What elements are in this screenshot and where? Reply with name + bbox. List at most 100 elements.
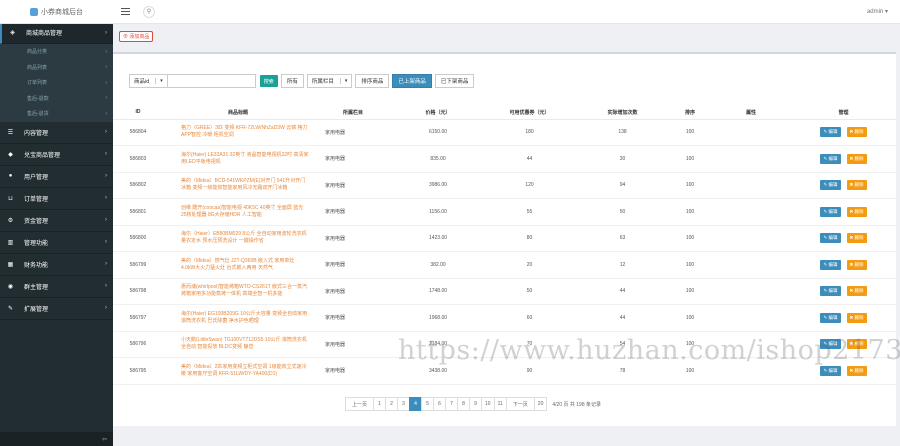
edit-button[interactable]: ✎ 编辑 bbox=[820, 153, 841, 164]
row-actions: ✎ 编辑 ✖ 删除 bbox=[791, 225, 896, 252]
chevron-right-icon: › bbox=[105, 283, 107, 289]
column-select[interactable]: 所属栏目 ▾ bbox=[306, 74, 353, 88]
delete-label: 删除 bbox=[854, 235, 864, 241]
page-button[interactable]: 10 bbox=[481, 397, 495, 411]
product-title-link[interactable]: 海尔（Haier）EB80BM029 8公斤 全自动家用波轮洗衣机 量衣定水 预… bbox=[163, 225, 313, 252]
product-id: 586800 bbox=[113, 225, 163, 252]
product-id: 586802 bbox=[113, 172, 163, 199]
field-select[interactable]: 商品id ▾ bbox=[129, 74, 168, 88]
sidebar-item[interactable]: ▦ 财务功能 › bbox=[0, 254, 113, 276]
delete-button[interactable]: ✖ 删除 bbox=[846, 312, 867, 323]
sidebar-item[interactable]: ◆ 兑宝商品管理 › bbox=[0, 144, 113, 166]
submenu-item[interactable]: 售后-退款 › bbox=[0, 91, 113, 107]
edit-button[interactable]: ✎ 编辑 bbox=[820, 127, 841, 138]
menu-toggle-icon[interactable] bbox=[121, 7, 130, 16]
next-page-button[interactable]: 下一页 bbox=[505, 397, 535, 411]
product-title-link[interactable]: 惠而浦(whirlpool)智能烤箱WTO-CS261T 嵌式三合一蒸汽烤箱家用… bbox=[163, 278, 313, 305]
edit-button[interactable]: ✎ 编辑 bbox=[820, 233, 841, 244]
table-row: 586799 美的（Midea）燃气灶 JZT-Q360B 嵌入式 家用单灶 4.… bbox=[113, 251, 896, 279]
product-price: 3438.00 bbox=[393, 357, 483, 385]
product-sort: 100 bbox=[669, 331, 711, 358]
sort-products-button[interactable]: 排序商品 bbox=[355, 74, 390, 88]
product-title-link[interactable]: 美的（Midea）BCD-541WKPZM(E)对开门 541升对开门冰箱 变频… bbox=[163, 172, 313, 199]
add-product-label: 添加商品 bbox=[129, 33, 150, 40]
submenu-item[interactable]: 商品分类 › bbox=[0, 44, 113, 60]
keyword-input[interactable] bbox=[167, 74, 256, 88]
sidebar-item[interactable]: ● 用户管理 › bbox=[0, 166, 113, 188]
delete-label: 删除 bbox=[854, 288, 864, 294]
bank-icon: ▦ bbox=[7, 261, 14, 268]
product-coupon: 70 bbox=[483, 331, 576, 358]
chevron-right-icon: › bbox=[105, 79, 107, 86]
sidebar-item[interactable]: ⚙ 资金管理 › bbox=[0, 210, 113, 232]
offsale-filter-button[interactable]: 已下架商品 bbox=[434, 74, 475, 88]
delete-button[interactable]: ✖ 删除 bbox=[846, 233, 867, 244]
product-coupon: 80 bbox=[483, 225, 576, 252]
edit-button[interactable]: ✎ 编辑 bbox=[820, 312, 841, 323]
edit-button[interactable]: ✎ 编辑 bbox=[820, 206, 841, 217]
product-coupon: 20 bbox=[483, 251, 576, 279]
column-header: ID bbox=[113, 106, 163, 120]
chevron-down-icon: ▾ bbox=[339, 78, 347, 84]
delete-label: 删除 bbox=[854, 208, 864, 214]
product-title-link[interactable]: 创维 酷开(coocaa)智能电视 40K5C 40英寸 全面屏 蓝光 25核处… bbox=[163, 198, 313, 226]
submenu-item[interactable]: 订单列表 › bbox=[0, 75, 113, 91]
edit-button[interactable]: ✎ 编辑 bbox=[820, 339, 841, 350]
delete-label: 删除 bbox=[854, 314, 864, 320]
chevron-right-icon: › bbox=[105, 95, 107, 102]
filter-bar: 商品id ▾ 搜索 所有 所属栏目 ▾ 排序商品 已上架商品 已下架商品 bbox=[129, 73, 475, 89]
product-title-link[interactable]: 海尔(Haier) LE32A31 32英寸 液晶智能电视机32吋 高清家用LE… bbox=[163, 145, 313, 173]
pagination: 上一页 1 2 3 4 5 6 7 8 9 10 11 下一页 20 4/20 页 共 198 条记录 bbox=[345, 397, 604, 411]
edit-button[interactable]: ✎ 编辑 bbox=[820, 259, 841, 270]
delete-button[interactable]: ✖ 删除 bbox=[846, 259, 867, 270]
product-sort: 100 bbox=[669, 119, 711, 146]
product-title-link[interactable]: 格力（GREE）3匹 变频 KFR-72LW/NhZaD3W 云锦 格力APP智… bbox=[163, 119, 313, 146]
gear-icon: ⚙ bbox=[7, 217, 14, 224]
product-count: 50 bbox=[576, 198, 669, 226]
last-page-button[interactable]: 20 bbox=[533, 397, 548, 411]
edit-label: 编辑 bbox=[828, 129, 838, 135]
search-button[interactable]: 搜索 bbox=[259, 75, 278, 87]
edit-button[interactable]: ✎ 编辑 bbox=[820, 286, 841, 297]
product-coupon: 44 bbox=[483, 145, 576, 173]
edit-button[interactable]: ✎ 编辑 bbox=[820, 365, 841, 376]
product-price: 3986.00 bbox=[393, 172, 483, 199]
delete-button[interactable]: ✖ 删除 bbox=[846, 127, 867, 138]
product-title-link[interactable]: 小天鹅(LittleSwan) TG100VT712DS5 10公斤 滚筒洗衣机… bbox=[163, 331, 313, 358]
product-price: 6150.00 bbox=[393, 119, 483, 146]
delete-button[interactable]: ✖ 删除 bbox=[846, 206, 867, 217]
edit-button[interactable]: ✎ 编辑 bbox=[820, 180, 841, 191]
chart-icon: ▥ bbox=[7, 239, 14, 246]
delete-button[interactable]: ✖ 删除 bbox=[846, 339, 867, 350]
onsale-filter-button[interactable]: 已上架商品 bbox=[392, 74, 432, 88]
submenu-item[interactable]: 商品列表 › bbox=[0, 60, 113, 76]
delete-button[interactable]: ✖ 删除 bbox=[846, 365, 867, 376]
sidebar-item[interactable]: ⊔ 订单管理 › bbox=[0, 188, 113, 210]
search-icon[interactable]: ⚲ bbox=[143, 5, 155, 18]
tag-icon: ◆ bbox=[8, 151, 13, 158]
product-title-link[interactable]: 美的（Midea）2匹家用变频立柜式空调 1级能效立式速冷暖 家用客厅空调 KF… bbox=[163, 357, 313, 385]
sidebar-collapse-toggle[interactable]: ⇦ bbox=[0, 432, 113, 446]
brand[interactable]: 小券商城后台 bbox=[0, 0, 113, 24]
delete-button[interactable]: ✖ 删除 bbox=[846, 286, 867, 297]
sidebar-item[interactable]: ◈ 商城商品管理 › bbox=[0, 22, 113, 44]
product-table: ID 商品标题 所属栏目 价格（元） 可用优惠券（元） 实际增加次数 排序 属性 管理 5868… bbox=[113, 106, 896, 385]
user-menu[interactable]: admin ▾ bbox=[867, 8, 888, 15]
prev-page-button[interactable]: 上一页 bbox=[345, 397, 375, 411]
delete-button[interactable]: ✖ 删除 bbox=[846, 180, 867, 191]
sidebar-item[interactable]: ◉ 群主管理 › bbox=[0, 276, 113, 298]
product-title-link[interactable]: 海尔(Haier) EG100B209G 10公斤大容量 变频全自动家用滚筒洗衣… bbox=[163, 304, 313, 332]
submenu-item[interactable]: 售后-退货 › bbox=[0, 106, 113, 122]
logo-icon bbox=[30, 7, 38, 16]
product-count: 44 bbox=[576, 278, 669, 305]
sidebar-item[interactable]: ☰ 内容管理 › bbox=[0, 122, 113, 144]
product-category: 家用电器 bbox=[313, 198, 393, 226]
all-button[interactable]: 所有 bbox=[280, 74, 304, 88]
sidebar-item[interactable]: ✎ 扩展管理 › bbox=[0, 298, 113, 320]
chevron-right-icon: › bbox=[105, 173, 107, 179]
row-actions: ✎ 编辑 ✖ 删除 bbox=[791, 357, 896, 385]
add-product-button[interactable]: ⊕ 添加商品 bbox=[119, 30, 154, 42]
product-title-link[interactable]: 美的（Midea）燃气灶 JZT-Q360B 嵌入式 家用单灶 4.0kW大火力… bbox=[163, 251, 313, 279]
delete-button[interactable]: ✖ 删除 bbox=[846, 153, 867, 164]
sidebar-item[interactable]: ▥ 管理功能 › bbox=[0, 232, 113, 254]
